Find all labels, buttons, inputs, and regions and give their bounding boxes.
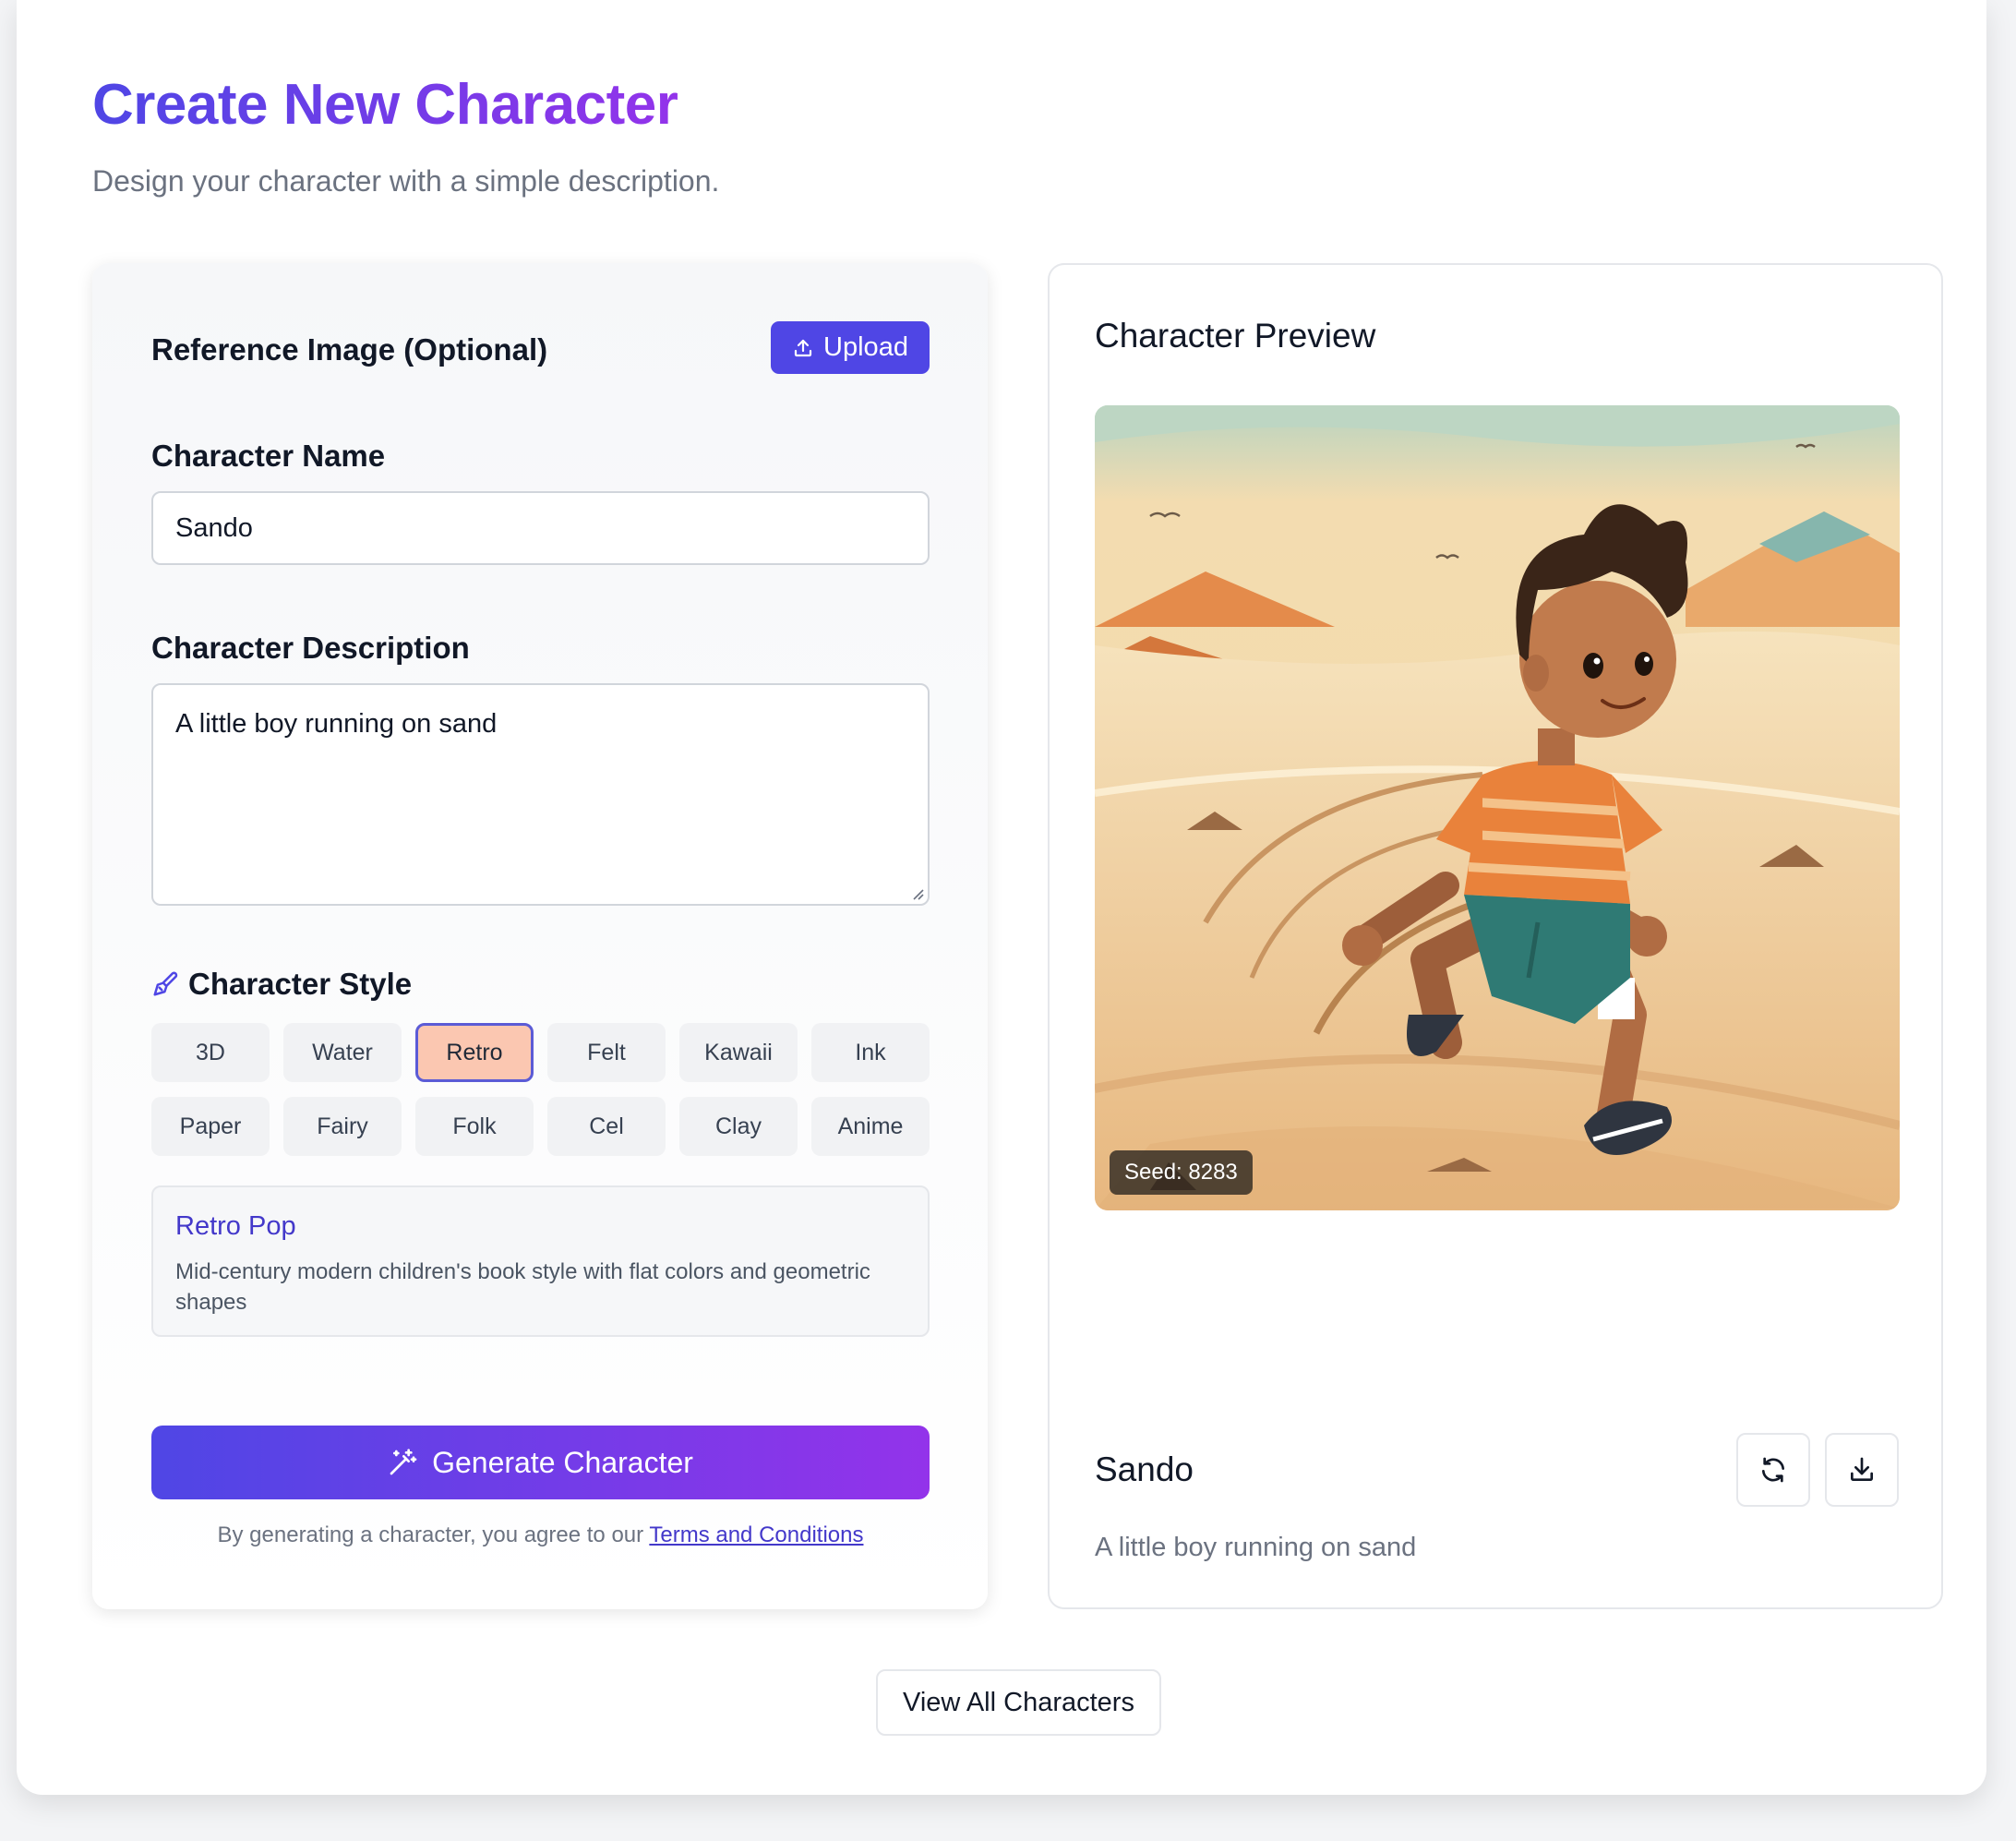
regenerate-button[interactable] xyxy=(1736,1433,1810,1507)
character-description-input[interactable]: A little boy running on sand xyxy=(151,683,930,906)
style-chip-paper[interactable]: Paper xyxy=(151,1097,270,1156)
page-subtitle: Design your character with a simple desc… xyxy=(92,164,720,198)
style-chip-ink[interactable]: Ink xyxy=(811,1023,930,1082)
download-button[interactable] xyxy=(1825,1433,1899,1507)
upload-icon xyxy=(794,339,812,356)
preview-title: Character Preview xyxy=(1095,317,1376,355)
generate-character-button[interactable]: Generate Character xyxy=(151,1426,930,1499)
character-name-input[interactable]: Sando xyxy=(151,491,930,565)
seed-badge: Seed: 8283 xyxy=(1110,1150,1253,1195)
character-style-header: Character Style xyxy=(151,967,412,1002)
style-info-description: Mid-century modern children's book style… xyxy=(175,1259,870,1315)
style-options-grid: 3D Water Retro Felt Kawaii Ink Paper Fairy Folk C… xyxy=(151,1023,930,1156)
style-info-title: Retro Pop xyxy=(175,1211,296,1241)
paintbrush-icon xyxy=(153,971,178,996)
style-chip-fairy[interactable]: Fairy xyxy=(283,1097,402,1156)
upload-label: Upload xyxy=(823,332,908,362)
style-chip-clay[interactable]: Clay xyxy=(679,1097,798,1156)
page-title: Create New Character xyxy=(92,73,678,137)
character-form-card: Reference Image (Optional) Upload Charac… xyxy=(92,263,988,1609)
style-chip-cel[interactable]: Cel xyxy=(547,1097,666,1156)
preview-character-description: A little boy running on sand xyxy=(1095,1533,1417,1562)
character-name-label: Character Name xyxy=(151,439,386,473)
view-all-characters-label: View All Characters xyxy=(903,1687,1134,1717)
style-info-box: Retro Pop Mid-century modern children's … xyxy=(151,1185,930,1337)
style-chip-anime[interactable]: Anime xyxy=(811,1097,930,1156)
character-name-value: Sando xyxy=(175,512,253,543)
character-description-value: A little boy running on sand xyxy=(175,709,498,739)
preview-character-name: Sando xyxy=(1095,1450,1194,1488)
desert-running-boy-illustration xyxy=(1095,405,1900,1210)
character-description-label: Character Description xyxy=(151,631,470,665)
resize-handle-icon[interactable] xyxy=(911,887,924,900)
character-style-label: Character Style xyxy=(188,967,413,1001)
reference-image-label: Reference Image (Optional) xyxy=(151,332,548,367)
view-all-characters-button[interactable]: View All Characters xyxy=(876,1669,1161,1736)
download-icon xyxy=(1851,1457,1873,1481)
style-chip-kawaii[interactable]: Kawaii xyxy=(679,1023,798,1082)
terms-notice: By generating a character, you agree to … xyxy=(151,1522,930,1548)
style-chip-retro[interactable]: Retro xyxy=(415,1023,534,1082)
create-character-page: Create New Character Design your charact… xyxy=(17,0,1986,1795)
style-chip-3d[interactable]: 3D xyxy=(151,1023,270,1082)
refresh-icon xyxy=(1762,1457,1784,1483)
magic-wand-icon xyxy=(390,1449,417,1475)
style-chip-water[interactable]: Water xyxy=(283,1023,402,1082)
character-preview-card: Character Preview Seed: 8283 Sando A lit… xyxy=(1048,263,1943,1609)
upload-button[interactable]: Upload xyxy=(771,321,930,374)
style-chip-felt[interactable]: Felt xyxy=(547,1023,666,1082)
character-preview-image: Seed: 8283 xyxy=(1095,405,1900,1210)
terms-link[interactable]: Terms and Conditions xyxy=(649,1522,863,1547)
style-chip-folk[interactable]: Folk xyxy=(415,1097,534,1156)
terms-prefix: By generating a character, you agree to … xyxy=(217,1522,650,1547)
generate-character-label: Generate Character xyxy=(432,1445,693,1479)
